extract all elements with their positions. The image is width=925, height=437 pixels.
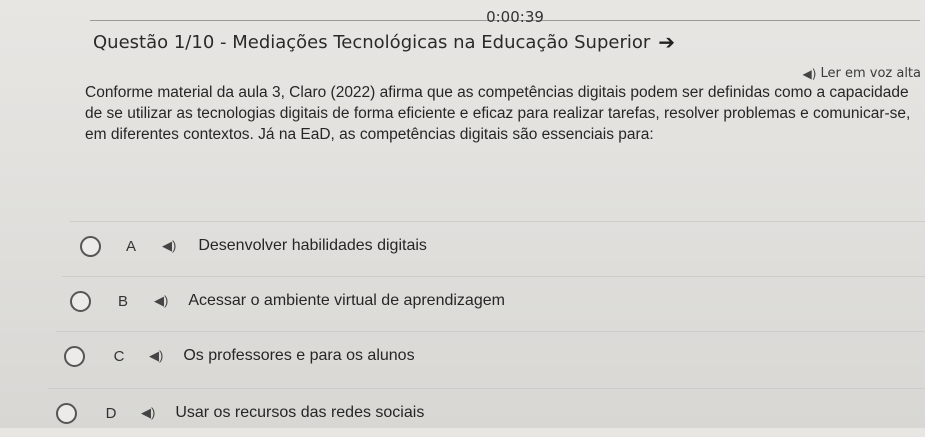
option-letter: D bbox=[105, 404, 117, 422]
timer: 0:00:39 bbox=[486, 8, 544, 26]
option-text: Desenvolver habilidades digitais bbox=[198, 237, 427, 254]
question-title-text: Questão 1/10 - Mediações Tecnológicas na… bbox=[93, 31, 651, 53]
question-text: Conforme material da aula 3, Claro (2022… bbox=[85, 84, 911, 143]
speaker-icon[interactable]: ◀) bbox=[154, 293, 168, 309]
option-letter: B bbox=[117, 292, 128, 310]
radio-d[interactable] bbox=[56, 402, 77, 424]
speaker-icon: ◀) bbox=[802, 66, 817, 81]
read-aloud-button[interactable]: ◀) Ler em voz alta bbox=[803, 66, 921, 81]
radio-c[interactable] bbox=[64, 345, 85, 367]
speaker-icon[interactable]: ◀) bbox=[149, 348, 163, 364]
option-text: Os professores e para os alunos bbox=[183, 347, 415, 364]
option-text: Acessar o ambiente virtual de aprendizag… bbox=[188, 292, 505, 309]
radio-b[interactable] bbox=[70, 290, 91, 312]
option-d[interactable]: D ◀) Usar os recursos das redes sociais bbox=[48, 388, 925, 437]
arrow-right-icon[interactable]: ➔ bbox=[658, 30, 675, 54]
option-a[interactable]: A ◀) Desenvolver habilidades digitais bbox=[70, 221, 925, 270]
question-title: Questão 1/10 - Mediações Tecnológicas na… bbox=[93, 30, 675, 54]
option-letter: A bbox=[125, 237, 136, 255]
option-letter: C bbox=[113, 347, 125, 365]
speaker-icon[interactable]: ◀) bbox=[141, 405, 155, 421]
option-text: Usar os recursos das redes sociais bbox=[175, 404, 425, 421]
speaker-icon[interactable]: ◀) bbox=[162, 238, 176, 254]
radio-a[interactable] bbox=[80, 235, 101, 257]
read-aloud-label: Ler em voz alta bbox=[820, 66, 921, 81]
option-c[interactable]: C ◀) Os professores e para os alunos bbox=[56, 331, 925, 380]
option-b[interactable]: B ◀) Acessar o ambiente virtual de apren… bbox=[62, 276, 925, 325]
